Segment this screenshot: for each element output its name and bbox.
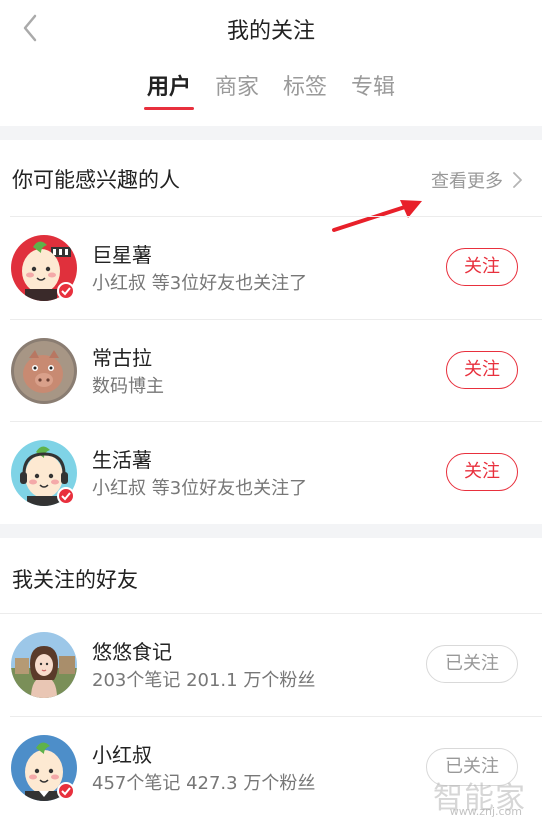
user-subtitle: 数码博主: [92, 376, 164, 397]
follow-button[interactable]: 关注: [446, 351, 518, 389]
following-button[interactable]: 已关注: [426, 645, 518, 683]
user-name: 巨星薯: [92, 243, 152, 267]
see-more-label: 查看更多: [431, 171, 503, 192]
follow-button[interactable]: 关注: [446, 453, 518, 491]
avatar: [11, 338, 77, 404]
section-separator: [0, 126, 542, 140]
user-stats: 203个笔记 201.1 万个粉丝: [92, 670, 316, 691]
tab-tags[interactable]: 标签: [280, 66, 330, 112]
user-subtitle: 小红叔 等3位好友也关注了: [92, 478, 308, 499]
user-name: 悠悠食记: [92, 640, 172, 664]
section-separator: [0, 524, 542, 538]
tab-merchants[interactable]: 商家: [212, 66, 262, 112]
avatar: [11, 632, 77, 698]
verified-badge-icon: [57, 282, 75, 300]
user-stats: 457个笔记 427.3 万个粉丝: [92, 773, 316, 794]
friends-header: 我关注的好友: [0, 540, 542, 614]
following-screen: 我的关注 用户 商家 标签 专辑 你可能感兴趣的人 查看更多 巨星薯 小红叔 等…: [0, 0, 542, 835]
watermark: 智能家 www.znj.com: [416, 773, 536, 821]
list-item[interactable]: 巨星薯 小红叔 等3位好友也关注了 关注: [0, 217, 542, 319]
watermark-url: www.znj.com: [449, 805, 522, 818]
list-item[interactable]: 悠悠食记 203个笔记 201.1 万个粉丝 已关注: [0, 614, 542, 716]
chevron-right-icon: [513, 172, 522, 188]
top-bar: 我的关注: [0, 0, 542, 56]
tab-users[interactable]: 用户: [143, 66, 194, 112]
list-item[interactable]: 常古拉 数码博主 关注: [0, 320, 542, 422]
section-title: 你可能感兴趣的人: [12, 168, 180, 192]
user-name: 生活薯: [92, 448, 152, 472]
tab-albums[interactable]: 专辑: [348, 66, 398, 112]
user-name: 小红叔: [92, 743, 152, 767]
verified-badge-icon: [57, 487, 75, 505]
page-title: 我的关注: [226, 19, 315, 44]
user-subtitle: 小红叔 等3位好友也关注了: [92, 273, 308, 294]
see-more-link[interactable]: 查看更多: [431, 167, 522, 193]
follow-button[interactable]: 关注: [446, 248, 518, 286]
verified-badge-icon: [57, 782, 75, 800]
list-item[interactable]: 生活薯 小红叔 等3位好友也关注了 关注: [0, 422, 542, 524]
suggested-header: 你可能感兴趣的人 查看更多: [0, 142, 542, 216]
section-title: 我关注的好友: [12, 568, 138, 592]
tab-bar: 用户 商家 标签 专辑: [0, 66, 542, 116]
user-name: 常古拉: [92, 346, 152, 370]
